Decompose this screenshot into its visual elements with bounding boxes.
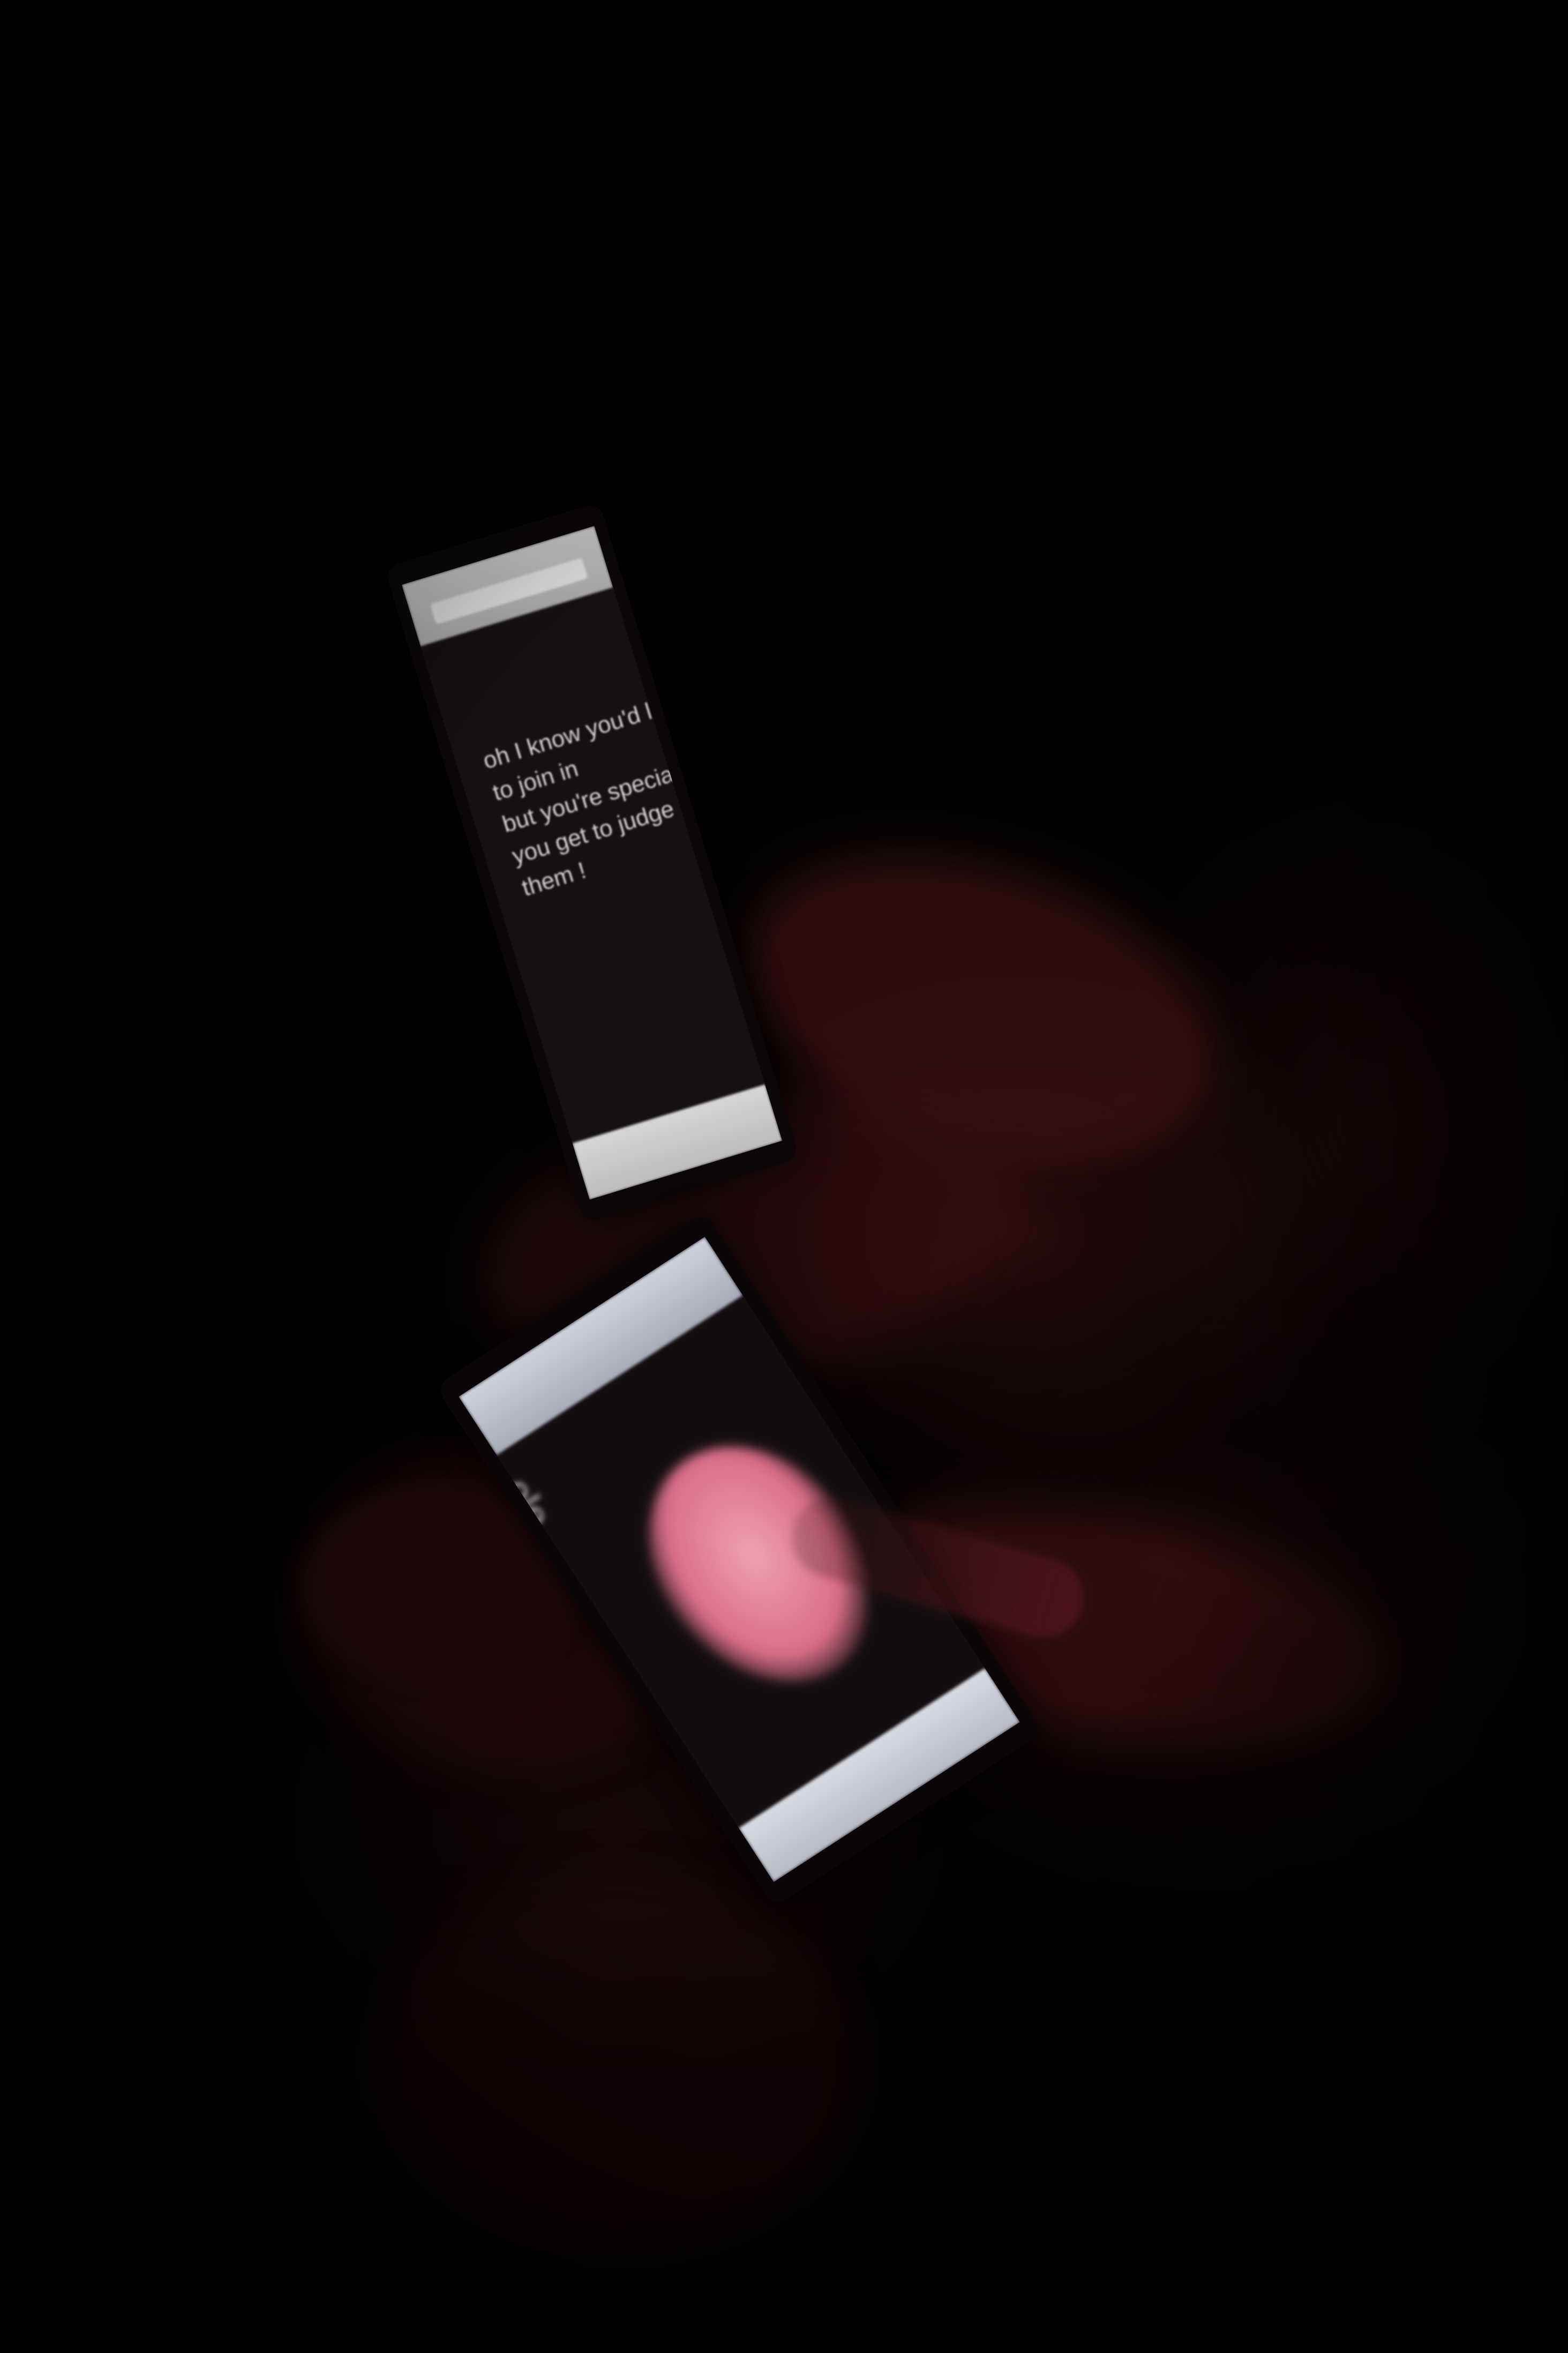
browser-address-bar[interactable] [401,526,613,646]
lyrics-text: oh I know you'd like to join in but you'… [479,689,692,905]
dark-room-scene: oh I know you'd like to join in but you'… [0,0,1568,2353]
top-phone-screen: oh I know you'd like to join in but you'… [401,526,783,1200]
browser-toolbar[interactable] [738,1668,1020,1883]
top-smartphone: oh I know you'd like to join in but you'… [384,502,800,1224]
arm-shadow [375,1876,857,2251]
url-field[interactable] [430,557,588,625]
